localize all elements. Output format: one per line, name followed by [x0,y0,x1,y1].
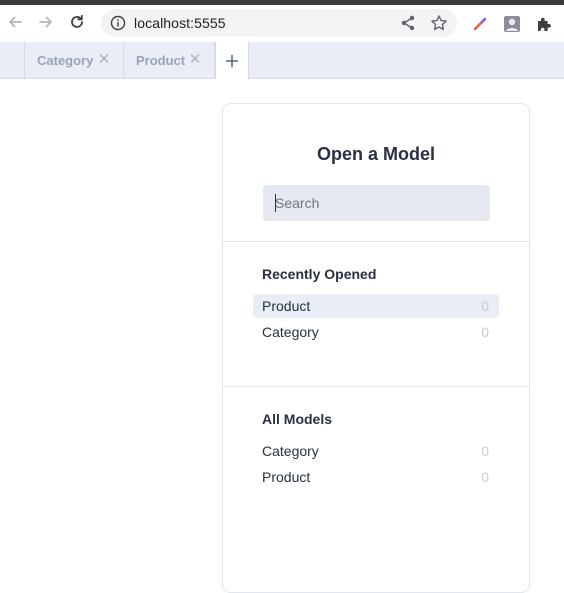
share-icon[interactable] [399,14,417,32]
open-model-panel: Open a Model Recently Opened Product 0 C… [222,103,530,593]
tab-product[interactable]: Product ✕ [124,42,215,78]
browser-toolbar: localhost:5555 [0,5,564,42]
reload-button[interactable] [64,9,90,35]
panel-title: Open a Model [316,144,435,164]
forward-button[interactable] [33,9,59,35]
divider [223,386,529,387]
list-item[interactable]: Product 0 [253,465,499,489]
tab-label: Product [136,52,186,68]
reload-icon [71,14,83,28]
recently-opened-heading: Recently Opened [262,266,377,282]
add-tab-button[interactable] [215,42,249,79]
back-arrow-icon [9,16,22,28]
model-name: Category [262,324,319,340]
forward-arrow-icon [39,16,52,28]
record-count: 0 [481,469,489,485]
close-icon[interactable]: ✕ [188,52,202,68]
tab-category[interactable]: Category ✕ [25,42,124,78]
puzzle-extension-icon[interactable] [535,15,553,33]
record-count: 0 [481,443,489,459]
star-icon[interactable] [430,14,448,32]
url-text[interactable]: localhost:5555 [134,15,226,31]
plus-icon [225,54,239,67]
list-item[interactable]: Category 0 [253,320,499,344]
tab-bar-spacer [0,42,25,78]
model-tab-bar: Category ✕ Product ✕ [0,42,564,79]
record-count: 0 [481,324,489,340]
address-bar[interactable]: localhost:5555 [101,9,457,37]
close-icon[interactable]: ✕ [97,52,111,68]
list-item[interactable]: Product 0 [253,294,499,318]
info-icon[interactable] [110,15,126,31]
search-input[interactable] [263,185,490,221]
color-picker-icon[interactable] [471,15,489,33]
model-name: Product [262,298,311,314]
text-cursor [275,194,276,212]
all-models-heading: All Models [262,411,333,427]
divider [223,241,529,242]
list-item[interactable]: Category 0 [253,439,499,463]
model-name: Category [262,443,319,459]
back-button[interactable] [2,9,28,35]
model-name: Product [262,469,311,485]
tab-label: Category [37,52,94,68]
record-count: 0 [481,298,489,314]
profile-icon[interactable] [503,15,521,33]
